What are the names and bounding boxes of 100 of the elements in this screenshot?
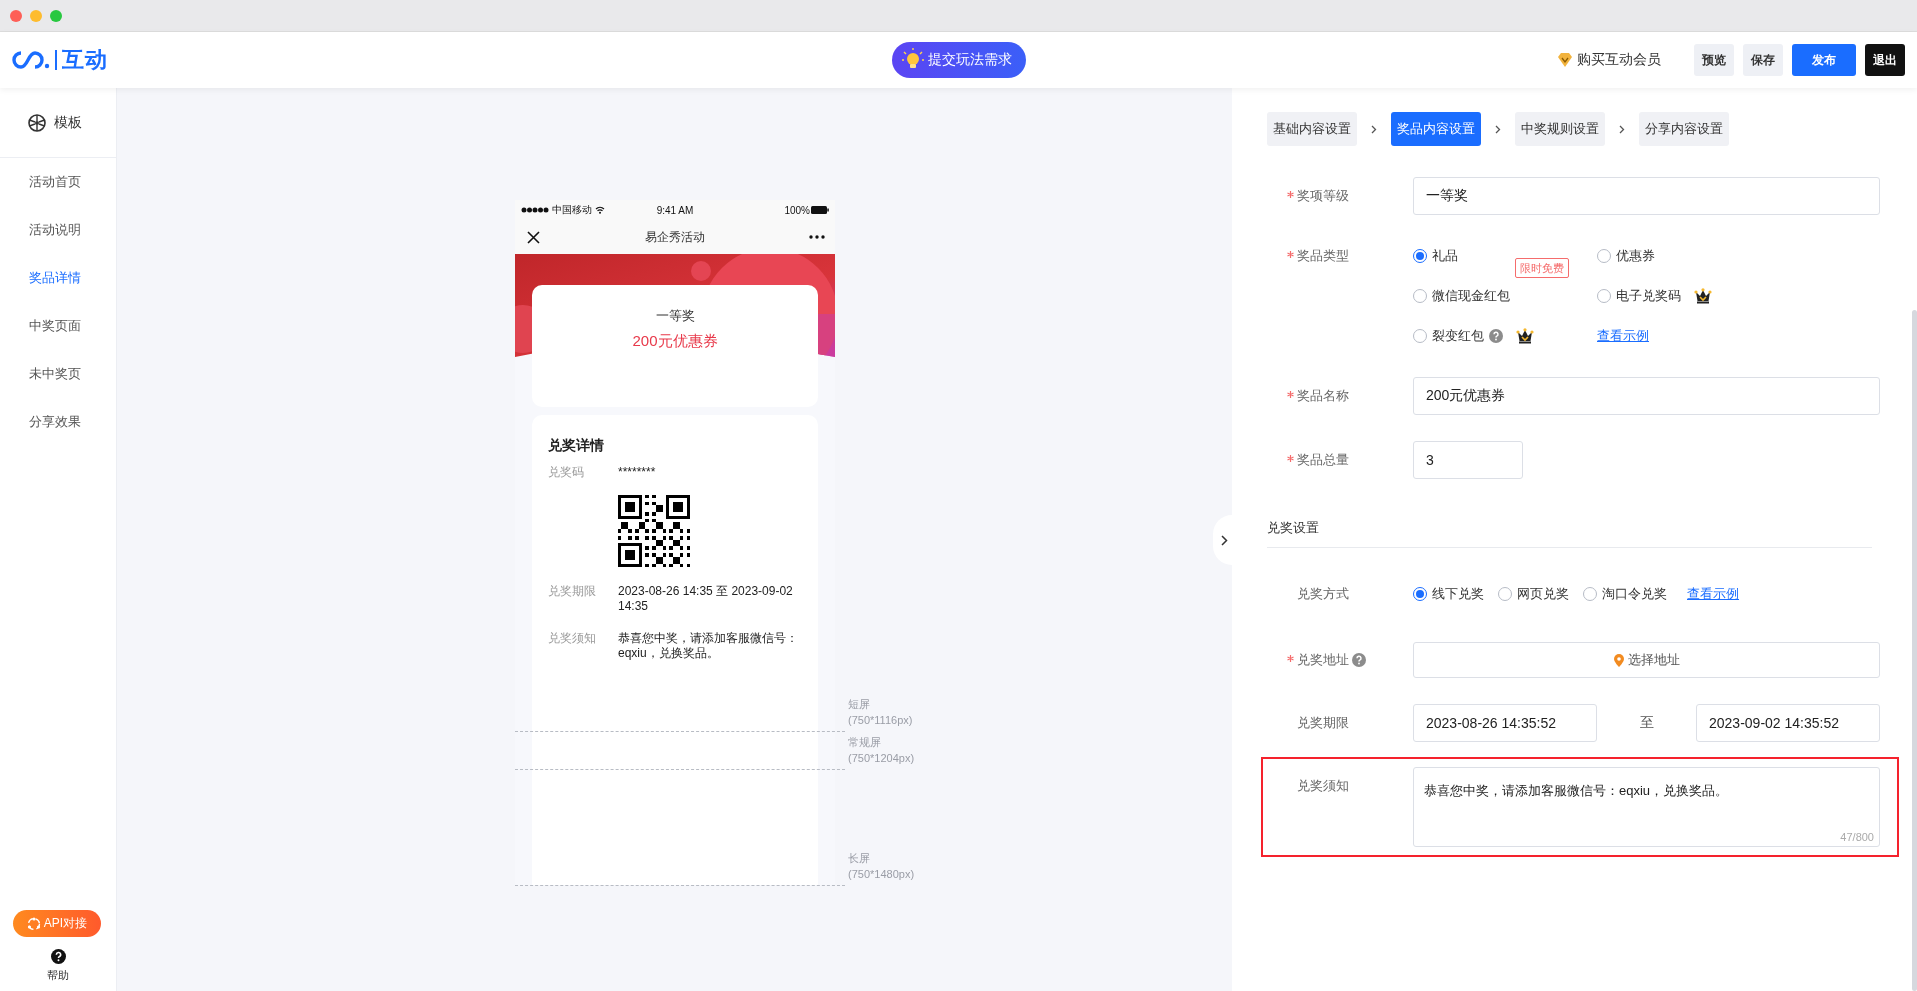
- sidebar-item[interactable]: 未中奖页: [0, 350, 116, 398]
- field-label: 奖品总量: [1297, 451, 1349, 469]
- radio-option[interactable]: 网页兑奖: [1498, 584, 1569, 604]
- section-title: 兑奖设置: [1267, 519, 1872, 548]
- radio-option[interactable]: 优惠券: [1597, 246, 1781, 266]
- field-label: 兑奖地址: [1297, 651, 1349, 669]
- qr-code: [618, 495, 690, 567]
- window-close-icon[interactable]: [10, 9, 22, 22]
- input-field[interactable]: 200元优惠券: [1413, 377, 1880, 415]
- chevron-right-icon: [1495, 124, 1501, 134]
- template-menu-item[interactable]: 模板: [0, 88, 116, 158]
- radio-button[interactable]: [1583, 587, 1597, 601]
- battery-text: 100%: [784, 204, 810, 216]
- carrier-text: 中国移动: [552, 203, 592, 217]
- example-link[interactable]: 查看示例: [1597, 326, 1781, 346]
- chevron-right-icon: [1619, 124, 1625, 134]
- scrollbar[interactable]: [1912, 310, 1917, 991]
- guide-size: (750*1204px): [848, 751, 915, 766]
- required-mark-icon: [1287, 655, 1294, 662]
- input-field[interactable]: 一等奖: [1413, 177, 1880, 215]
- radio-button[interactable]: [1498, 587, 1512, 601]
- diamond-icon: [1557, 53, 1573, 67]
- option-label: 裂变红包: [1432, 327, 1484, 345]
- sidebar-item[interactable]: 奖品详情: [0, 254, 116, 302]
- radio-button[interactable]: [1597, 249, 1611, 263]
- option-label: 优惠券: [1616, 247, 1655, 265]
- exit-button[interactable]: 退出: [1865, 44, 1905, 76]
- guide-label: 长屏: [848, 851, 871, 866]
- field-label: 兑奖须知: [1297, 777, 1349, 795]
- location-pin-icon: [1613, 653, 1624, 667]
- radio-button[interactable]: [1413, 249, 1427, 263]
- wifi-icon: [595, 206, 605, 214]
- detail-label: 兑奖须知: [548, 631, 597, 647]
- detail-value: ********: [618, 465, 657, 480]
- option-label: 微信现金红包: [1432, 287, 1510, 305]
- option-label: 礼品: [1432, 247, 1458, 265]
- guide-label: 短屏: [848, 697, 871, 712]
- logo-icon: [12, 50, 50, 70]
- chevron-right-icon: [1221, 534, 1228, 546]
- sidebar-item[interactable]: 活动首页: [0, 158, 116, 206]
- collapse-tab-button[interactable]: [1213, 515, 1232, 565]
- required-mark-icon: [1287, 455, 1294, 462]
- option-label: 淘口令兑奖: [1602, 585, 1667, 603]
- field-label: 兑奖期限: [1297, 714, 1349, 732]
- template-label: 模板: [54, 113, 82, 132]
- step-tab[interactable]: 基础内容设置: [1267, 112, 1357, 146]
- close-icon[interactable]: [527, 230, 540, 244]
- radio-button[interactable]: [1597, 289, 1611, 303]
- more-icon[interactable]: [809, 235, 825, 239]
- submit-idea-button[interactable]: 提交玩法需求: [891, 42, 1026, 78]
- sidebar-item[interactable]: 活动说明: [0, 206, 116, 254]
- detail-value: 2023-08-26 14:35 至 2023-09-02 14:35: [618, 584, 794, 614]
- field-label: 奖品名称: [1297, 387, 1349, 405]
- window-minimize-icon[interactable]: [30, 9, 42, 22]
- radio-option[interactable]: 裂变红包: [1413, 326, 1597, 346]
- step-tab[interactable]: 奖品内容设置: [1391, 112, 1481, 146]
- detail-value: 恭喜您中奖，请添加客服微信号：eqxiu，兑换奖品。: [618, 631, 799, 661]
- chevron-right-icon: [1371, 124, 1377, 134]
- help-label[interactable]: 帮助: [47, 968, 69, 983]
- radio-button[interactable]: [1413, 329, 1427, 343]
- option-label: 电子兑奖码: [1616, 287, 1681, 305]
- status-time: 9:41 AM: [656, 204, 694, 216]
- guide-size: (750*1116px): [848, 713, 913, 728]
- prize-name: 200元优惠券: [632, 332, 718, 351]
- buy-membership-link[interactable]: 购买互动会员: [1551, 50, 1667, 70]
- date-field[interactable]: 2023-08-26 14:35:52: [1413, 704, 1597, 742]
- example-link[interactable]: 查看示例: [1687, 585, 1739, 603]
- option-label: 线下兑奖: [1432, 585, 1484, 603]
- step-tab[interactable]: 分享内容设置: [1639, 112, 1729, 146]
- textarea-field[interactable]: 恭喜您中奖，请添加客服微信号：eqxiu，兑换奖品。 47/800: [1413, 767, 1880, 847]
- sidebar-item[interactable]: 中奖页面: [0, 302, 116, 350]
- guide-label: 常规屏: [848, 735, 882, 750]
- input-field[interactable]: 3: [1413, 441, 1523, 479]
- radio-option[interactable]: 电子兑奖码: [1597, 286, 1781, 306]
- help-icon[interactable]: [50, 949, 66, 964]
- battery-icon: [811, 206, 829, 214]
- select-address-button[interactable]: 选择地址: [1413, 642, 1880, 678]
- detail-label: 兑奖码: [548, 465, 585, 480]
- date-field[interactable]: 2023-09-02 14:35:52: [1696, 704, 1880, 742]
- range-separator: 至: [1638, 714, 1655, 732]
- wheel-icon: [28, 113, 46, 132]
- radio-button[interactable]: [1413, 587, 1427, 601]
- publish-button[interactable]: 发布: [1792, 44, 1856, 76]
- radio-option[interactable]: 线下兑奖: [1413, 584, 1484, 604]
- signal-icon: [521, 207, 549, 213]
- preview-button[interactable]: 预览: [1694, 44, 1734, 76]
- window-maximize-icon[interactable]: [50, 9, 62, 22]
- prize-level: 一等奖: [655, 307, 695, 325]
- guide-size: (750*1480px): [848, 867, 915, 882]
- step-tab[interactable]: 中奖规则设置: [1515, 112, 1605, 146]
- radio-button[interactable]: [1413, 289, 1427, 303]
- details-title: 兑奖详情: [548, 437, 605, 455]
- required-mark-icon: [1287, 191, 1294, 198]
- radio-option[interactable]: 淘口令兑奖: [1583, 584, 1667, 604]
- save-button[interactable]: 保存: [1743, 44, 1783, 76]
- sidebar-item[interactable]: 分享效果: [0, 398, 116, 446]
- field-label: 奖品类型: [1297, 247, 1349, 265]
- required-mark-icon: [1287, 251, 1294, 258]
- field-label: 奖项等级: [1297, 187, 1349, 205]
- network-icon: [26, 916, 41, 931]
